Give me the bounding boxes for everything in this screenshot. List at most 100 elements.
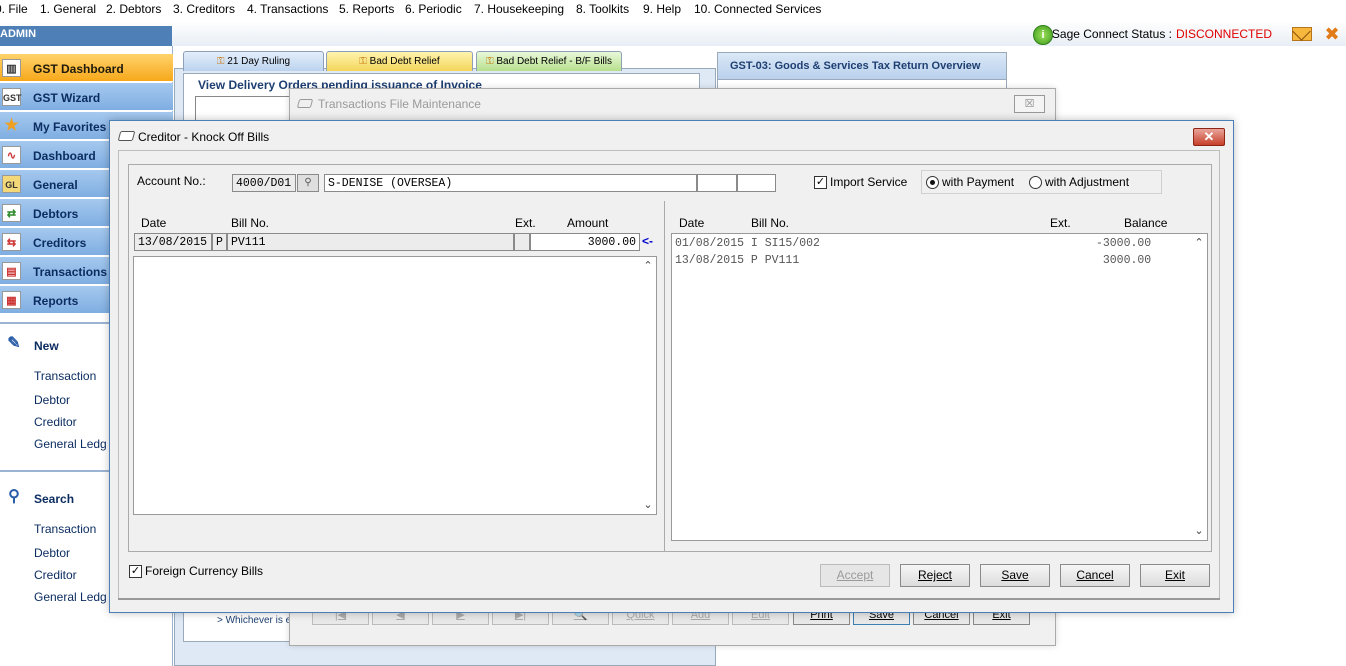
gst03-header[interactable]: GST-03: Goods & Services Tax Return Over… xyxy=(717,52,1007,80)
tfm-close-button[interactable]: ☒ xyxy=(1014,95,1045,113)
search-icon: ⚲ xyxy=(8,488,20,505)
account-label: Account No.: xyxy=(137,174,206,188)
menu-file[interactable]: 0. File xyxy=(0,2,28,16)
cancel-button[interactable]: Cancel xyxy=(1060,564,1130,587)
foreign-currency-checkbox[interactable]: ✓ xyxy=(129,565,142,578)
import-service-checkbox[interactable]: ✓ xyxy=(814,176,827,189)
left-header-bill-no: Bill No. xyxy=(231,216,270,230)
tab-bad-debt-relief[interactable]: ⚿ Bad Debt Relief xyxy=(326,51,473,71)
left-header-ext: Ext. xyxy=(515,216,536,230)
sidebar-item-gst-dashboard[interactable]: ▥ GST Dashboard xyxy=(0,54,173,82)
transactions-icon: ▤ xyxy=(2,262,21,280)
mail-icon[interactable] xyxy=(1292,27,1312,41)
menu-connected-services[interactable]: 10. Connected Services xyxy=(694,2,821,16)
dialog-close-button[interactable]: ✕ xyxy=(1193,128,1225,146)
sidebar-item-label: Transactions xyxy=(33,265,108,279)
knock-type-field[interactable]: P xyxy=(212,233,227,251)
accept-button[interactable]: Accept xyxy=(820,564,890,587)
left-header-amount: Amount xyxy=(567,216,609,230)
search-icon: ⚲ xyxy=(304,177,312,188)
knock-ext-field[interactable] xyxy=(514,233,530,251)
sidebar-item-label: GST Wizard xyxy=(33,91,101,105)
tab-label: Bad Debt Relief xyxy=(369,56,440,67)
menu-housekeeping[interactable]: 7. Housekeeping xyxy=(474,2,564,16)
account-extra-field-1[interactable] xyxy=(697,174,737,192)
search-creditor-link[interactable]: Creditor xyxy=(34,568,77,582)
new-creditor-link[interactable]: Creditor xyxy=(34,415,77,429)
with-payment-label: with Payment xyxy=(942,175,1015,189)
sidebar-item-label: Reports xyxy=(33,294,79,308)
menu-periodic[interactable]: 6. Periodic xyxy=(405,2,462,16)
gst-wizard-icon: GST xyxy=(2,88,22,106)
right-header-balance: Balance xyxy=(1124,216,1168,230)
save-button[interactable]: Save xyxy=(980,564,1050,587)
list-item[interactable]: 13/08/2015 P PV111 3000.00 xyxy=(675,254,1151,267)
transfer-arrow-button[interactable]: <- xyxy=(642,234,653,248)
new-general-ledger-link[interactable]: General Ledg xyxy=(34,437,107,451)
tab-icon: ⚿ xyxy=(359,56,370,67)
dialog-title: Creditor - Knock Off Bills xyxy=(138,130,270,144)
tab-label: Bad Debt Relief - B/F Bills xyxy=(496,56,612,67)
right-header-bill-no: Bill No. xyxy=(751,216,790,230)
with-payment-radio[interactable] xyxy=(926,176,939,189)
left-header-date: Date xyxy=(141,216,167,230)
scroll-up-icon[interactable]: ⌃ xyxy=(1191,235,1207,251)
sidebar-item-label: My Favorites xyxy=(33,120,107,134)
section-title: Search xyxy=(34,492,75,506)
outstanding-scrollbar[interactable]: ⌃ ⌄ xyxy=(1191,235,1207,539)
menu-debtors[interactable]: 2. Debtors xyxy=(106,2,161,16)
with-adjustment-label: with Adjustment xyxy=(1045,175,1130,189)
account-name-field[interactable]: S-DENISE (OVERSEA) xyxy=(324,174,697,192)
menu-transactions[interactable]: 4. Transactions xyxy=(247,2,328,16)
chart-icon: ∿ xyxy=(2,146,21,164)
dialog-icon xyxy=(117,131,136,141)
new-transaction-link[interactable]: Transaction xyxy=(34,369,96,383)
right-header-date: Date xyxy=(679,216,705,230)
scroll-up-icon[interactable]: ⌃ xyxy=(640,258,656,274)
outstanding-bills-list[interactable] xyxy=(671,233,1208,541)
scroll-down-icon[interactable]: ⌄ xyxy=(1191,523,1207,539)
tab-21-day-ruling[interactable]: ⚿ 21 Day Ruling xyxy=(183,51,324,71)
exit-button[interactable]: Exit xyxy=(1140,564,1210,587)
account-lookup-button[interactable]: ⚲ xyxy=(297,174,319,192)
import-service-label: Import Service xyxy=(830,175,908,189)
account-extra-field-2[interactable] xyxy=(737,174,776,192)
search-debtor-link[interactable]: Debtor xyxy=(34,546,70,560)
search-general-ledger-link[interactable]: General Ledg xyxy=(34,590,107,604)
sage-connect-icon[interactable]: i xyxy=(1033,25,1053,45)
sidebar-item-label: Creditors xyxy=(33,236,87,250)
menu-help[interactable]: 9. Help xyxy=(643,2,681,16)
new-debtor-link[interactable]: Debtor xyxy=(34,393,70,407)
tab-bad-debt-relief-bf[interactable]: ⚿ Bad Debt Relief - B/F Bills xyxy=(476,51,622,71)
sidebar-item-gst-wizard[interactable]: GST GST Wizard xyxy=(0,83,173,111)
panel-divider xyxy=(664,201,665,552)
with-adjustment-radio[interactable] xyxy=(1029,176,1042,189)
menu-creditors[interactable]: 3. Creditors xyxy=(173,2,235,16)
menu-general[interactable]: 1. General xyxy=(40,2,96,16)
knock-date-field[interactable]: 13/08/2015 xyxy=(134,233,212,251)
foreign-currency-label: Foreign Currency Bills xyxy=(145,564,264,578)
knock-bill-no-field[interactable]: PV111 xyxy=(227,233,514,251)
menu-reports[interactable]: 5. Reports xyxy=(339,2,394,16)
sidebar-item-label: Debtors xyxy=(33,207,79,221)
star-icon: ★ xyxy=(4,117,19,134)
search-transaction-link[interactable]: Transaction xyxy=(34,522,96,536)
reject-button[interactable]: Reject xyxy=(900,564,970,587)
sage-status-value: DISCONNECTED xyxy=(1175,27,1272,41)
scroll-down-icon[interactable]: ⌄ xyxy=(640,497,656,513)
tfm-title: Transactions File Maintenance xyxy=(318,97,481,111)
tab-icon: ⚿ xyxy=(486,56,497,67)
knock-off-list[interactable] xyxy=(133,256,657,515)
sidebar-item-label: GST Dashboard xyxy=(33,62,124,76)
right-header-ext: Ext. xyxy=(1050,216,1071,230)
sage-status-label: Sage Connect Status : xyxy=(1051,27,1172,41)
tools-icon[interactable]: ✖ xyxy=(1322,24,1342,44)
menu-toolkits[interactable]: 8. Toolkits xyxy=(576,2,629,16)
knock-off-scrollbar[interactable]: ⌃ ⌄ xyxy=(640,258,656,513)
tab-icon: ⚿ xyxy=(216,56,228,67)
account-no-field[interactable]: 4000/D01 xyxy=(232,174,296,192)
knock-amount-field[interactable]: 3000.00 xyxy=(530,233,640,251)
dialog-bottom-border xyxy=(118,598,1220,600)
new-icon: ✎ xyxy=(7,335,21,352)
list-item[interactable]: 01/08/2015 I SI15/002 -3000.00 xyxy=(675,237,1151,250)
